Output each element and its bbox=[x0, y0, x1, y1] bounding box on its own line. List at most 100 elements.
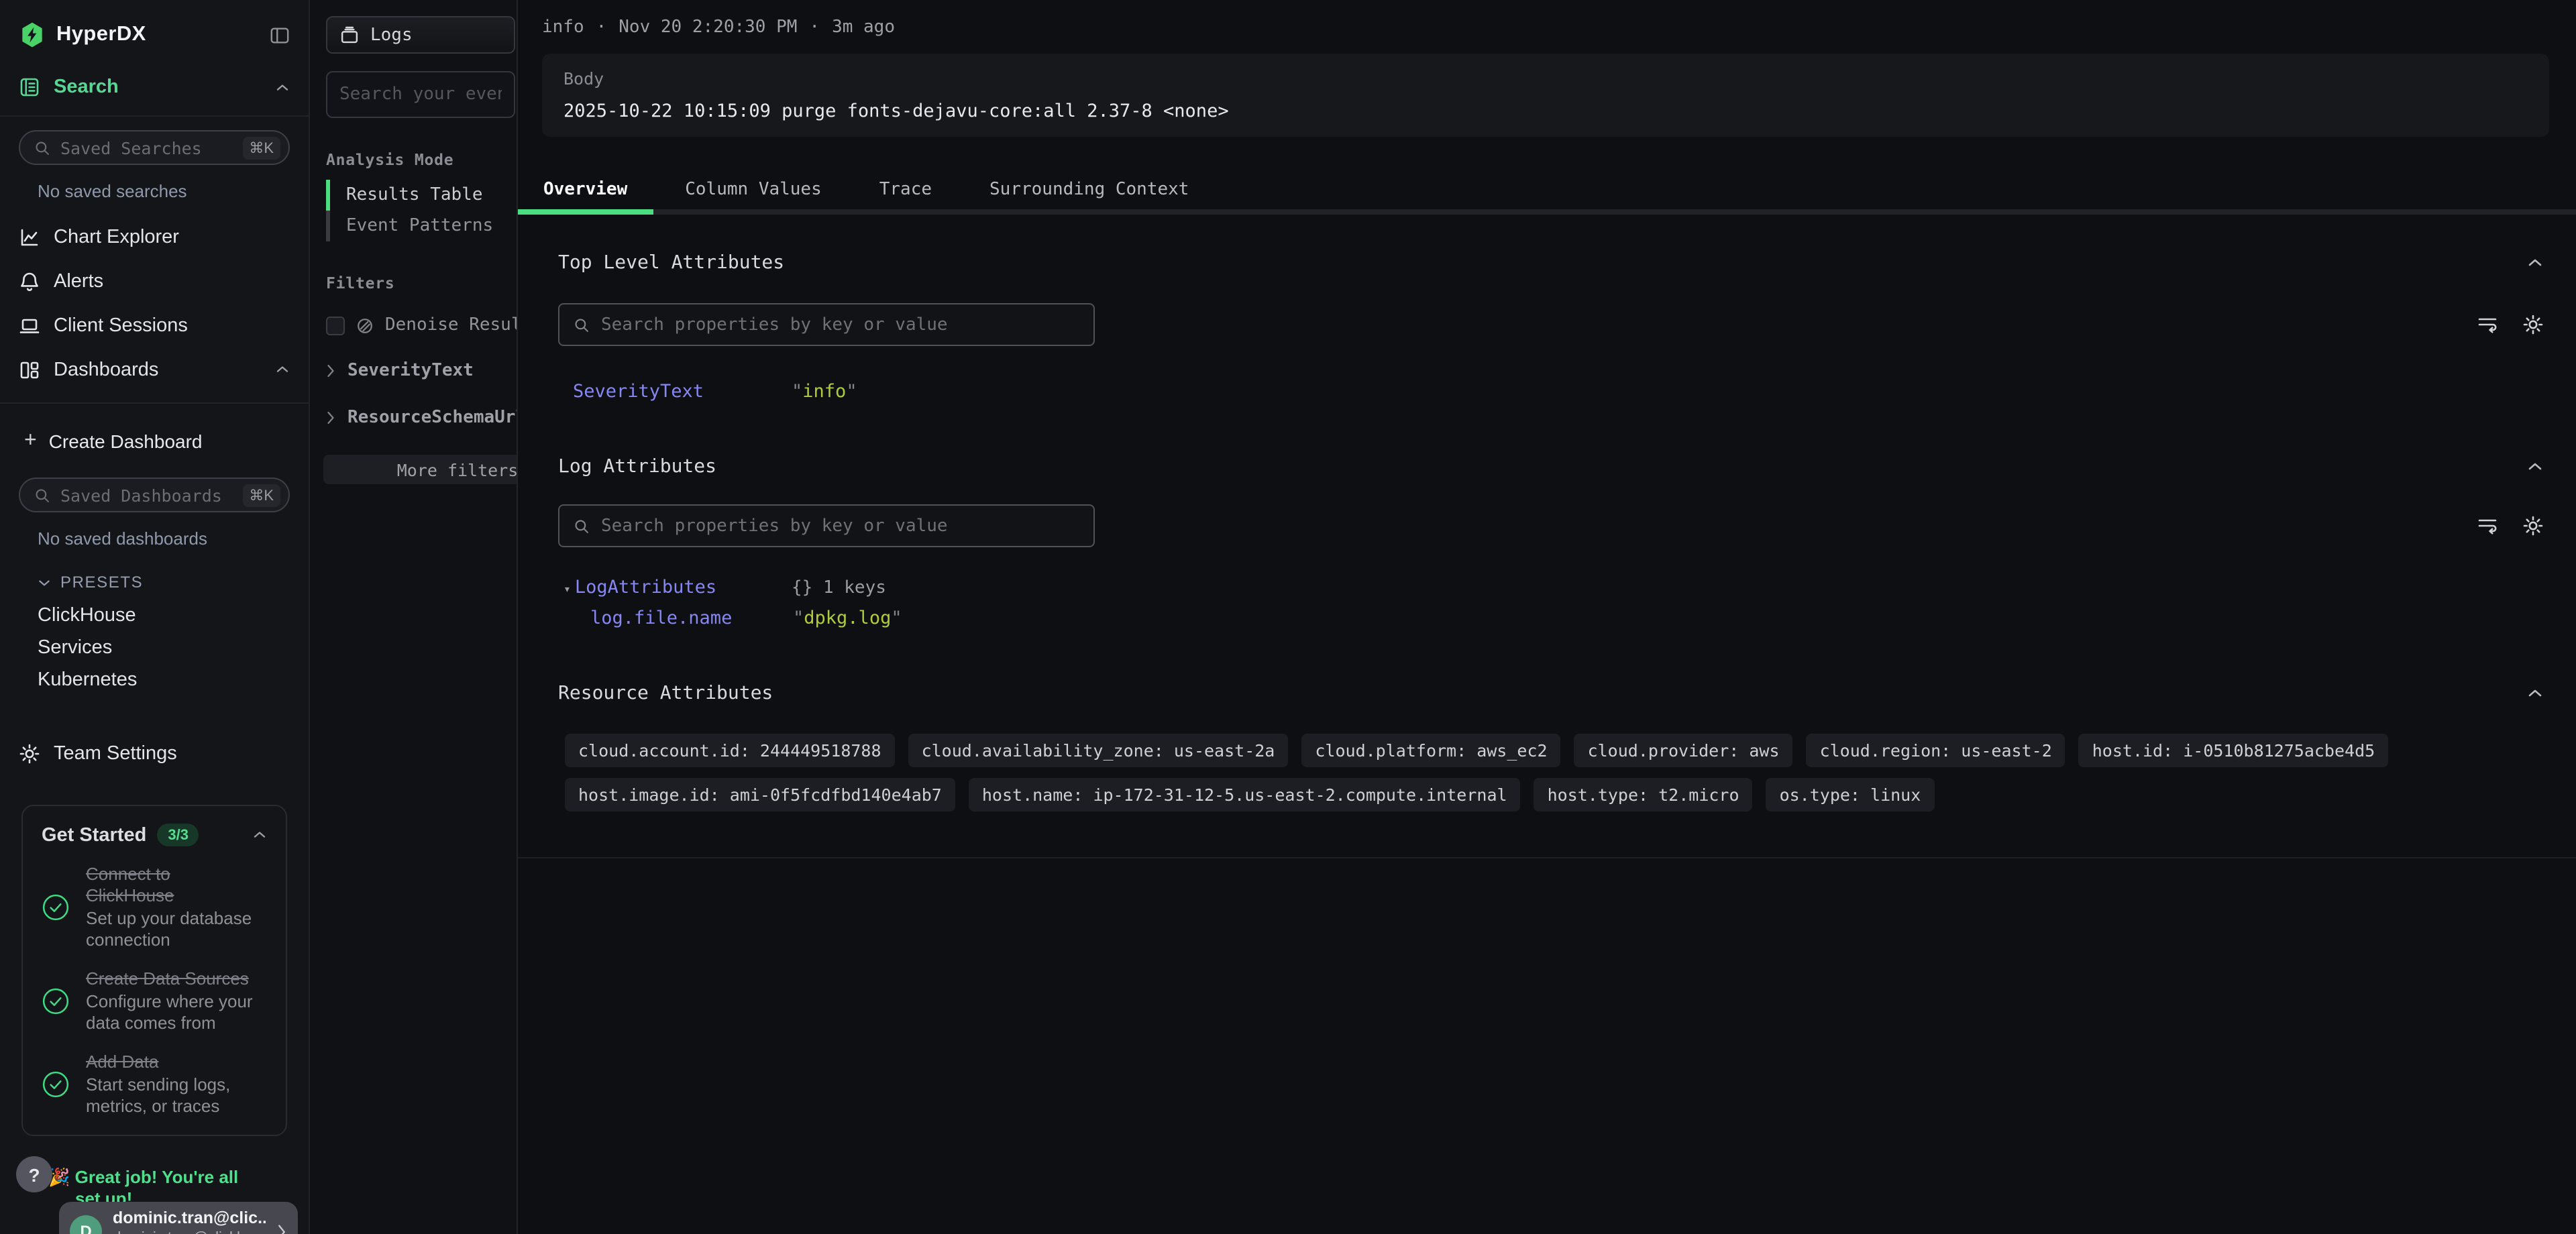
saved-searches-input[interactable]: Saved Searches ⌘K bbox=[19, 130, 290, 165]
user-email: dominic.tran@clickho... bbox=[113, 1230, 266, 1234]
denoise-checkbox[interactable] bbox=[326, 316, 345, 335]
property-search-placeholder: Search properties by key or value bbox=[601, 516, 948, 536]
saved-dashboards-placeholder: Saved Dashboards bbox=[60, 485, 233, 505]
chevron-up-icon[interactable] bbox=[2526, 258, 2544, 268]
tab-trace[interactable]: Trace bbox=[854, 169, 957, 209]
resource-pill[interactable]: cloud.account.id: 244449518788 bbox=[565, 734, 895, 767]
resource-pill[interactable]: host.image.id: ami-0f5fcdfbd140e4ab7 bbox=[565, 778, 955, 811]
sidebar: HyperDX Search Saved Searches ⌘K No save… bbox=[0, 0, 310, 1234]
gear-icon[interactable] bbox=[2522, 515, 2544, 537]
step-subtitle: Configure where your data comes from bbox=[86, 991, 263, 1034]
attribute-key[interactable]: ▾LogAttributes bbox=[564, 577, 782, 598]
progress-badge: 3/3 bbox=[157, 824, 199, 846]
sidebar-item-dashboards[interactable]: Dashboards bbox=[0, 347, 309, 392]
no-saved-searches-text: No saved searches bbox=[0, 165, 309, 215]
event-search-placeholder: Search your events... bbox=[339, 85, 502, 105]
property-search-input[interactable]: Search properties by key or value bbox=[558, 504, 1095, 547]
saved-dashboards-input[interactable]: Saved Dashboards ⌘K bbox=[19, 478, 290, 512]
no-saved-dashboards-text: No saved dashboards bbox=[0, 512, 309, 562]
presets-label: PRESETS bbox=[60, 573, 143, 592]
chevron-up-icon[interactable] bbox=[275, 82, 290, 92]
top-level-toolbar: Search properties by key or value bbox=[558, 303, 2544, 346]
body-label: Body bbox=[564, 68, 2528, 89]
get-started-step[interactable]: Add Data Start sending logs, metrics, or… bbox=[42, 1052, 267, 1117]
property-search-placeholder: Search properties by key or value bbox=[601, 315, 948, 335]
get-started-card: Get Started 3/3 Connect to ClickHouse Se… bbox=[21, 805, 287, 1136]
bell-icon bbox=[19, 270, 40, 292]
preset-clickhouse[interactable]: ClickHouse bbox=[0, 600, 309, 632]
question-mark: ? bbox=[28, 1164, 40, 1185]
source-selector-button[interactable]: Logs bbox=[326, 16, 515, 54]
resource-pill[interactable]: cloud.provider: aws bbox=[1574, 734, 1793, 767]
resource-pill[interactable]: cloud.availability_zone: us-east-2a bbox=[908, 734, 1289, 767]
sidebar-item-chart-explorer[interactable]: Chart Explorer bbox=[0, 215, 309, 259]
chevron-up-icon[interactable] bbox=[252, 830, 267, 840]
source-label: Logs bbox=[370, 25, 413, 45]
attribute-value[interactable]: "info" bbox=[792, 381, 857, 402]
section-top-level-attributes: Top Level Attributes bbox=[558, 252, 2544, 274]
user-meta: dominic.tran@clic... dominic.tran@clickh… bbox=[113, 1202, 266, 1234]
section-tools bbox=[2477, 314, 2544, 335]
attribute-value[interactable]: "dpkg.log" bbox=[793, 608, 902, 629]
resource-pill[interactable]: os.type: linux bbox=[1766, 778, 1935, 811]
tab-column-values[interactable]: Column Values bbox=[659, 169, 847, 209]
attribute-key[interactable]: log.file.name bbox=[590, 608, 793, 629]
sidebar-item-label: Chart Explorer bbox=[54, 226, 179, 247]
get-started-step[interactable]: Create Data Sources Configure where your… bbox=[42, 968, 267, 1034]
sidebar-item-label: Team Settings bbox=[54, 742, 177, 764]
attribute-row: SeverityText "info" bbox=[558, 381, 2544, 402]
search-icon bbox=[34, 139, 51, 156]
tab-surrounding-context[interactable]: Surrounding Context bbox=[964, 169, 1214, 209]
preset-services[interactable]: Services bbox=[0, 632, 309, 664]
wrap-lines-icon[interactable] bbox=[2477, 515, 2498, 537]
get-started-step[interactable]: Connect to ClickHouse Set up your databa… bbox=[42, 864, 267, 951]
keys-count: {} 1 keys bbox=[792, 577, 886, 598]
step-subtitle: Start sending logs, metrics, or traces bbox=[86, 1074, 260, 1117]
timestamp: Nov 20 2:20:30 PM bbox=[619, 17, 797, 38]
resource-pill[interactable]: cloud.platform: aws_ec2 bbox=[1301, 734, 1560, 767]
sidebar-item-label: Dashboards bbox=[54, 359, 158, 380]
create-dashboard-label: Create Dashboard bbox=[49, 431, 203, 452]
get-started-header[interactable]: Get Started 3/3 bbox=[42, 824, 267, 846]
resource-pill[interactable]: host.id: i-0510b81275acbe4d5 bbox=[2079, 734, 2388, 767]
plus-icon: + bbox=[24, 429, 37, 453]
resource-pill[interactable]: cloud.region: us-east-2 bbox=[1807, 734, 2065, 767]
presets-toggle[interactable]: PRESETS bbox=[0, 562, 309, 600]
chevron-up-icon[interactable] bbox=[2526, 461, 2544, 472]
resource-pills-row: cloud.account.id: 244449518788 cloud.ava… bbox=[558, 734, 2544, 767]
sidebar-collapse-icon[interactable] bbox=[270, 25, 290, 45]
create-dashboard-button[interactable]: + Create Dashboard bbox=[0, 417, 309, 467]
tab-overview[interactable]: Overview bbox=[518, 169, 653, 209]
shortcut-badge: ⌘K bbox=[242, 136, 280, 159]
section-title: Resource Attributes bbox=[558, 683, 773, 704]
gear-icon[interactable] bbox=[2522, 314, 2544, 335]
user-account-button[interactable]: D dominic.tran@clic... dominic.tran@clic… bbox=[59, 1202, 298, 1234]
resource-pill[interactable]: host.name: ip-172-31-12-5.us-east-2.comp… bbox=[969, 778, 1521, 811]
chevron-up-icon[interactable] bbox=[2526, 688, 2544, 699]
sidebar-item-label: Alerts bbox=[54, 270, 103, 292]
sidebar-item-label: Search bbox=[54, 76, 119, 98]
sidebar-item-search[interactable]: Search bbox=[0, 67, 309, 107]
body-card: Body 2025-10-22 10:15:09 purge fonts-dej… bbox=[542, 54, 2549, 137]
chevron-right-icon bbox=[326, 410, 335, 425]
check-circle-icon bbox=[42, 893, 70, 921]
step-title: Connect to ClickHouse bbox=[86, 864, 236, 907]
divider bbox=[0, 115, 309, 117]
section-tools bbox=[2477, 515, 2544, 537]
chevron-up-icon[interactable] bbox=[275, 365, 290, 374]
event-search-input[interactable]: Search your events... bbox=[326, 71, 515, 118]
sidebar-item-client-sessions[interactable]: Client Sessions bbox=[0, 303, 309, 347]
detail-tabs: Overview Column Values Trace Surrounding… bbox=[518, 169, 2576, 215]
sidebar-item-label: Client Sessions bbox=[54, 315, 188, 336]
search-icon bbox=[34, 486, 51, 504]
attribute-key[interactable]: SeverityText bbox=[573, 381, 792, 402]
sidebar-item-team-settings[interactable]: Team Settings bbox=[0, 731, 309, 775]
resource-pill[interactable]: host.type: t2.micro bbox=[1534, 778, 1753, 811]
property-search-input[interactable]: Search properties by key or value bbox=[558, 303, 1095, 346]
dot-separator: · bbox=[596, 17, 607, 38]
preset-kubernetes[interactable]: Kubernetes bbox=[0, 664, 309, 696]
help-button[interactable]: ? bbox=[16, 1156, 52, 1192]
wrap-lines-icon[interactable] bbox=[2477, 314, 2498, 335]
logo-row: HyperDX bbox=[0, 0, 309, 48]
sidebar-item-alerts[interactable]: Alerts bbox=[0, 259, 309, 303]
